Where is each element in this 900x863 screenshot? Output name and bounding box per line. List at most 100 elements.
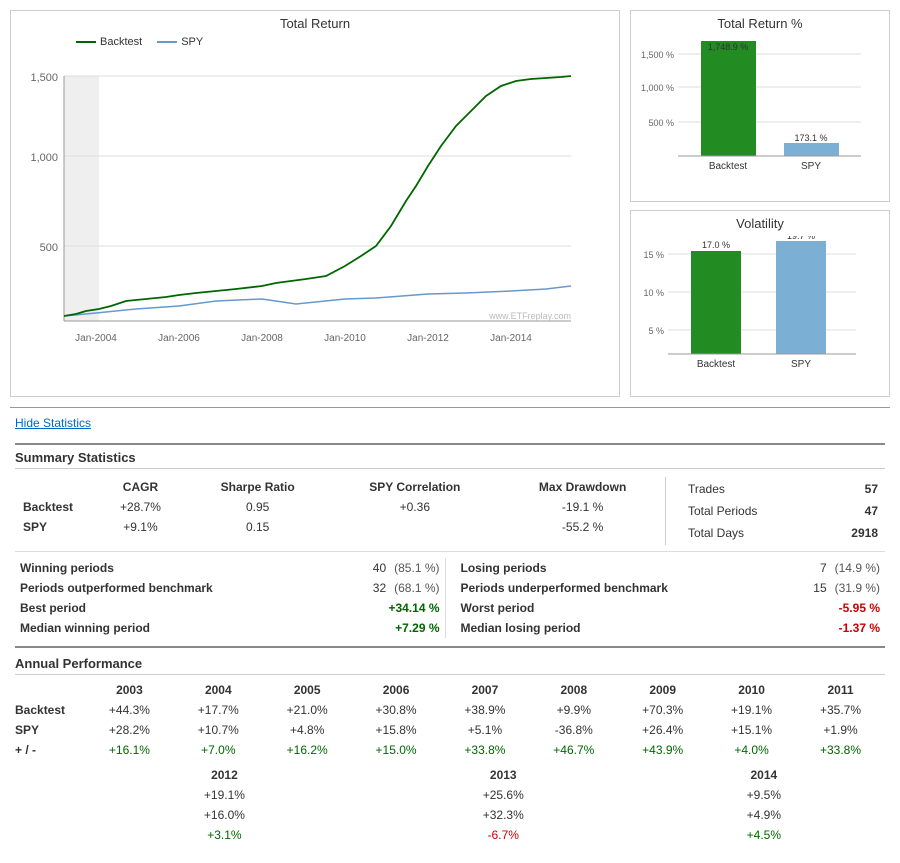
annual-spy-label2 [15, 805, 85, 825]
spy-2006: +15.8% [352, 720, 441, 740]
svg-text:15 %: 15 % [643, 250, 664, 260]
legend-backtest: Backtest [76, 36, 142, 48]
svg-text:www.ETFreplay.com: www.ETFreplay.com [488, 311, 571, 321]
col-header-cagr: CAGR [95, 477, 186, 497]
spy-correlation [329, 517, 500, 537]
spy-2009: +26.4% [618, 720, 707, 740]
annual-spy-label: SPY [15, 720, 85, 740]
return-svg: 1,500 % 1,000 % 500 % 1,748.9 % [636, 36, 876, 196]
diff-2007: +33.8% [441, 740, 530, 760]
backtest-sharpe: 0.95 [186, 497, 329, 517]
worst-period-label: Worst period [461, 601, 839, 615]
svg-text:1,000: 1,000 [30, 152, 58, 164]
svg-text:17.0 %: 17.0 % [702, 240, 730, 250]
bt-2008: +9.9% [529, 700, 618, 720]
total-days-row: Total Days 2918 [683, 523, 883, 543]
diff-2014: +4.5% [643, 825, 885, 845]
period-stats-left: Winning periods 40 (85.1 %) Periods outp… [15, 558, 445, 638]
spy-2011: +1.9% [796, 720, 885, 740]
total-periods-label: Total Periods [683, 501, 818, 521]
underperformed-paren: (31.9 %) [835, 581, 880, 595]
outperformed-paren: (68.1 %) [394, 581, 439, 595]
trades-label: Trades [683, 479, 818, 499]
svg-text:500: 500 [40, 242, 58, 254]
year-2010: 2010 [707, 680, 796, 700]
hide-stats-btn[interactable]: Hide Statistics [15, 416, 91, 430]
spy-2007: +5.1% [441, 720, 530, 740]
legend-backtest-label: Backtest [100, 36, 142, 48]
volatility-chart-title: Volatility [636, 216, 884, 231]
svg-text:Jan-2004: Jan-2004 [75, 333, 117, 344]
bt-2003: +44.3% [85, 700, 174, 720]
spy-2013: +32.3% [364, 805, 643, 825]
year-2008: 2008 [529, 680, 618, 700]
spy-2003: +28.2% [85, 720, 174, 740]
main-chart-title: Total Return [16, 16, 614, 31]
annual-divider [15, 646, 885, 648]
total-periods-value: 47 [820, 501, 883, 521]
section-divider [15, 443, 885, 445]
legend-spy: SPY [157, 36, 203, 48]
annual-diff-row2: +3.1% -6.7% +4.5% [15, 825, 885, 845]
annual-table-1: 2003 2004 2005 2006 2007 2008 2009 2010 … [15, 680, 885, 760]
year-2003: 2003 [85, 680, 174, 700]
annual-spy-row: SPY +28.2% +10.7% +4.8% +15.8% +5.1% -36… [15, 720, 885, 740]
svg-text:500 %: 500 % [648, 118, 674, 128]
winning-periods-row: Winning periods 40 (85.1 %) [15, 558, 445, 578]
year-2012: 2012 [85, 765, 364, 785]
outperformed-value: 32 [373, 581, 386, 595]
svg-text:SPY: SPY [801, 161, 821, 172]
spy-2008: -36.8% [529, 720, 618, 740]
bt-2013: +25.6% [364, 785, 643, 805]
spy-2005: +4.8% [263, 720, 352, 740]
trades-row: Trades 57 [683, 479, 883, 499]
bt-2010: +19.1% [707, 700, 796, 720]
legend-backtest-line [76, 41, 96, 43]
backtest-cagr: +28.7% [95, 497, 186, 517]
losing-periods-row: Losing periods 7 (14.9 %) [456, 558, 886, 578]
backtest-correlation: +0.36 [329, 497, 500, 517]
col-header-correlation: SPY Correlation [329, 477, 500, 497]
diff-2006: +15.0% [352, 740, 441, 760]
svg-text:Jan-2006: Jan-2006 [158, 333, 200, 344]
svg-text:Jan-2012: Jan-2012 [407, 333, 449, 344]
spy-2010: +15.1% [707, 720, 796, 740]
svg-text:1,748.9 %: 1,748.9 % [708, 42, 749, 52]
spy-sharpe: 0.15 [186, 517, 329, 537]
annual-table-2: 2012 2013 2014 +19.1% +25.6% +9.5% +16.0… [15, 765, 885, 845]
best-period-value: +34.14 % [388, 601, 439, 615]
line-chart-svg: 1,500 1,000 500 Jan-2004 Jan-2006 Jan-20… [16, 51, 586, 361]
spy-drawdown: -55.2 % [500, 517, 665, 537]
diff-2009: +43.9% [618, 740, 707, 760]
best-period-label: Best period [20, 601, 388, 615]
return-chart-title: Total Return % [636, 16, 884, 31]
winning-periods-paren: (85.1 %) [394, 561, 439, 575]
annual-diff-label2 [15, 825, 85, 845]
annual-backtest-row2: +19.1% +25.6% +9.5% [15, 785, 885, 805]
median-winning-label: Median winning period [20, 621, 395, 635]
volatility-bar-chart: Volatility 15 % 10 % 5 % 17.0 % [630, 210, 890, 397]
losing-periods-label: Losing periods [461, 561, 820, 575]
spy-2012: +16.0% [85, 805, 364, 825]
median-losing-row: Median losing period -1.37 % [456, 618, 886, 638]
underperformed-row: Periods underperformed benchmark 15 (31.… [456, 578, 886, 598]
main-chart: Total Return Backtest SPY 1,500 1,000 50… [10, 10, 620, 397]
median-winning-row: Median winning period +7.29 % [15, 618, 445, 638]
svg-text:Jan-2010: Jan-2010 [324, 333, 366, 344]
annual-title: Annual Performance [15, 656, 885, 675]
median-losing-label: Median losing period [461, 621, 839, 635]
main-container: Total Return Backtest SPY 1,500 1,000 50… [0, 0, 900, 863]
spy-row: SPY +9.1% 0.15 -55.2 % [15, 517, 665, 537]
annual-backtest-label2 [15, 785, 85, 805]
return-bar-chart: Total Return % 1,500 % 1,000 % 500 % 1,7… [630, 10, 890, 202]
diff-2004: +7.0% [174, 740, 263, 760]
spy-2004: +10.7% [174, 720, 263, 740]
charts-row: Total Return Backtest SPY 1,500 1,000 50… [10, 10, 890, 397]
total-periods-row: Total Periods 47 [683, 501, 883, 521]
stats-divider [15, 551, 885, 552]
svg-text:19.7 %: 19.7 % [787, 236, 815, 241]
summary-right: Trades 57 Total Periods 47 Total Days 29… [665, 477, 885, 545]
col-header-empty [15, 477, 95, 497]
year-2013: 2013 [364, 765, 643, 785]
diff-2008: +46.7% [529, 740, 618, 760]
